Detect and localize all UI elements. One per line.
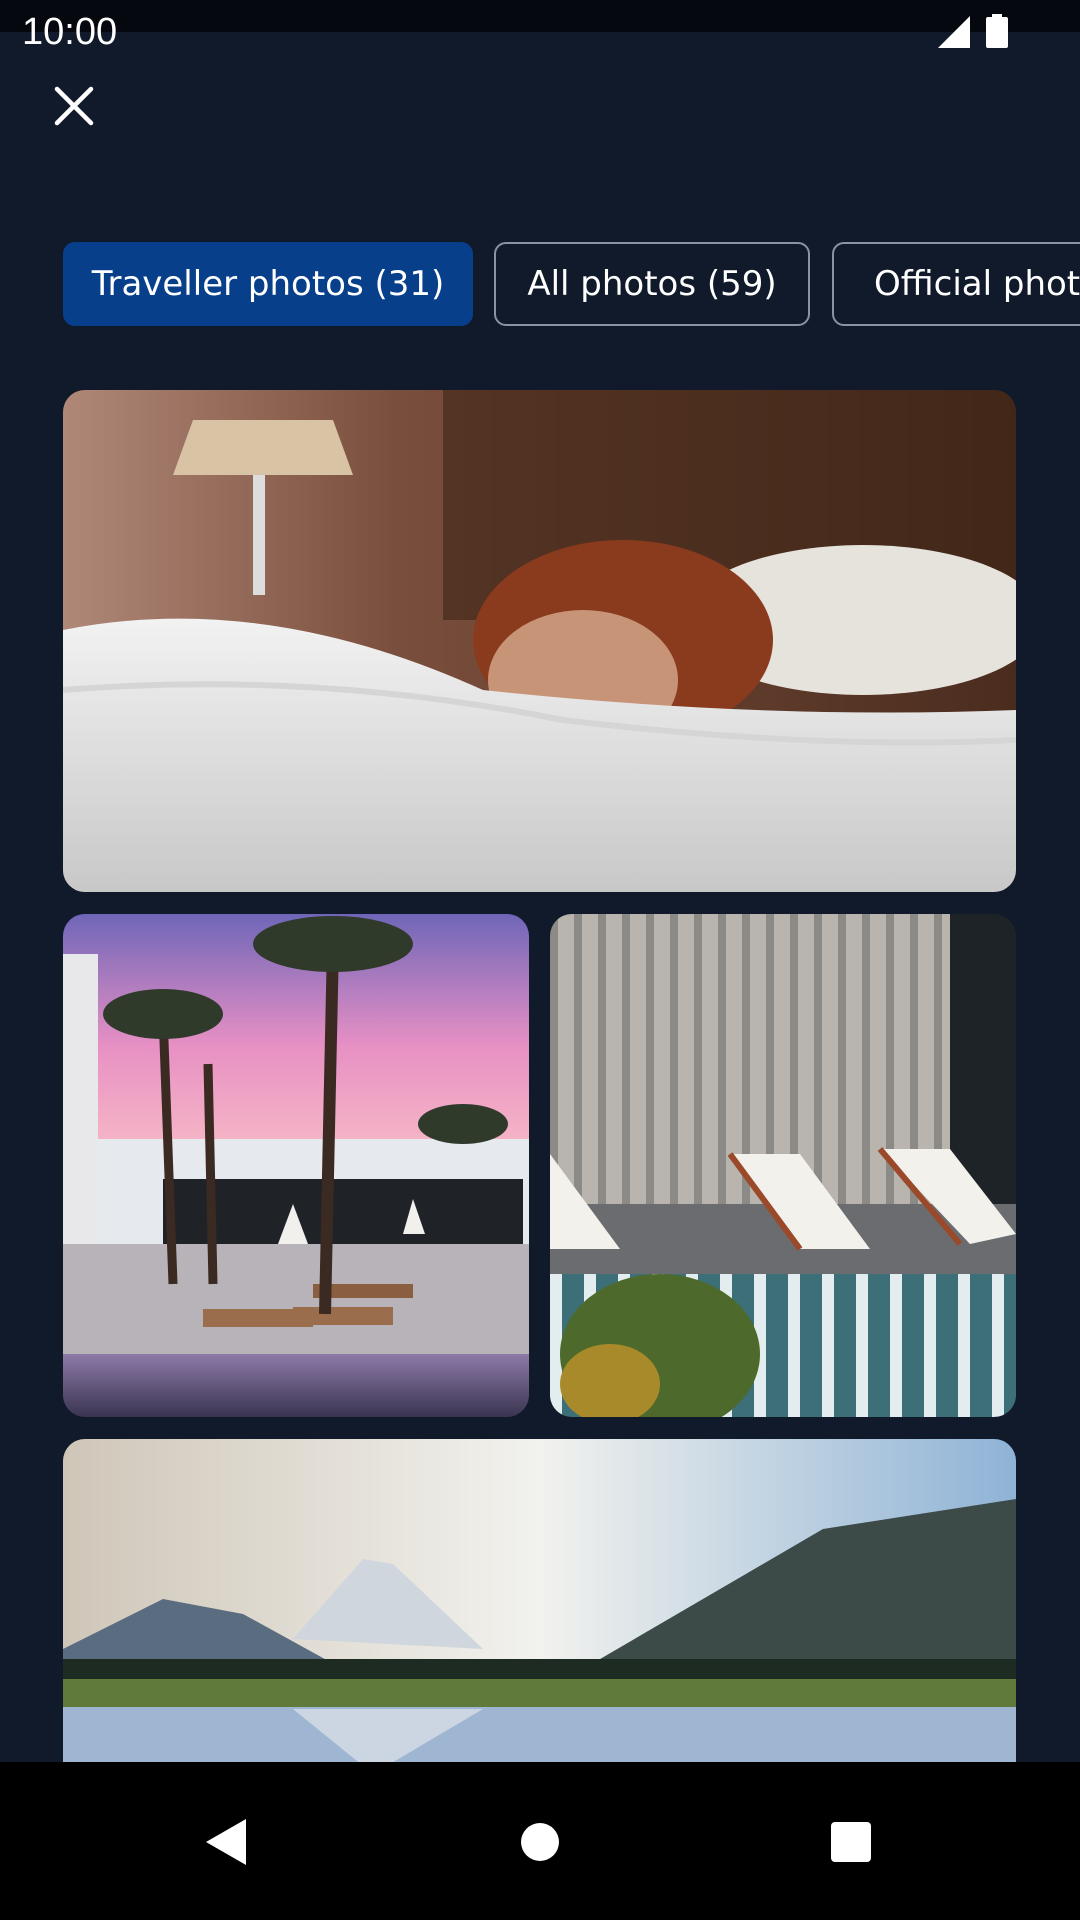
photo-mountain-lake[interactable] [63, 1439, 1016, 1799]
photo-mountain-lake-image [63, 1439, 1016, 1799]
photo-person-in-bed[interactable] [63, 390, 1016, 892]
photo-pool-loungers-image [550, 914, 1016, 1417]
tab-traveller-photos[interactable]: Traveller photos (31) [63, 242, 473, 326]
photo-palm-pool-sunset[interactable] [63, 914, 529, 1417]
close-button[interactable] [42, 74, 106, 138]
home-icon [521, 1823, 559, 1861]
photo-palm-pool-sunset-image [63, 914, 529, 1417]
nav-recents-button[interactable] [811, 1802, 891, 1882]
nav-back-button[interactable] [186, 1802, 266, 1882]
nav-home-button[interactable] [500, 1802, 580, 1882]
tab-official-photos[interactable]: Official photos [832, 242, 1080, 326]
tab-all-photos[interactable]: All photos (59) [494, 242, 810, 326]
signal-icon [938, 16, 970, 48]
status-bar [0, 0, 1080, 32]
photo-person-in-bed-image [63, 390, 1016, 892]
recents-icon [831, 1822, 871, 1862]
battery-icon [986, 14, 1008, 48]
system-nav-bar [0, 1762, 1080, 1920]
status-time: 10:00 [22, 11, 118, 53]
status-icons [938, 14, 1008, 48]
photo-gallery-screen: 10:00 Traveller photos (31) All photos (… [0, 0, 1080, 1920]
photo-filter-tabs: Traveller photos (31) All photos (59) Of… [63, 242, 1080, 326]
close-icon [54, 86, 94, 126]
photo-pool-loungers[interactable] [550, 914, 1016, 1417]
back-icon [206, 1819, 246, 1865]
